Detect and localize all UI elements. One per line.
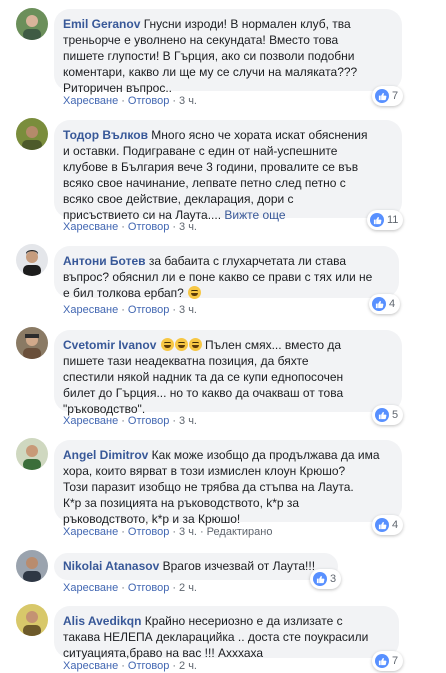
like-link[interactable]: Харесване [63,415,118,427]
avatar[interactable] [16,244,48,276]
comment-actions: Харесване · Отговор · 3 ч. · Редактирано [63,526,273,538]
reaction-count[interactable]: 4 [369,294,401,314]
laughing-emoji-icon [174,338,188,351]
laughing-emoji-icon [160,338,174,351]
like-link[interactable]: Харесване [63,304,118,316]
comment-bubble: Alis Avedikqn Крайно несериозно е да изл… [54,606,399,660]
comment-time[interactable]: 3 ч. [179,304,197,316]
edited-label[interactable]: Редактирано [207,526,273,538]
reaction-number: 11 [387,214,399,226]
like-link[interactable]: Харесване [63,221,118,233]
laughing-emoji-icon [188,338,202,351]
reply-link[interactable]: Отговор [128,304,169,316]
like-link[interactable]: Харесване [63,95,118,107]
laughing-emoji-icon [188,286,202,299]
comment-bubble: Emil Geranov Гнусни изроди! В нормален к… [54,9,402,95]
comment-author[interactable]: Cvetomir Ivanov [63,338,156,352]
avatar[interactable] [16,438,48,470]
avatar[interactable] [16,327,48,359]
avatar[interactable] [16,118,48,150]
avatar[interactable] [16,550,48,582]
comment-time[interactable]: 2 ч. [179,582,197,594]
comment-actions: Харесване · Отговор · 3 ч. [63,415,197,427]
comment-author[interactable]: Emil Geranov [63,17,140,31]
comment-bubble: Cvetomir Ivanov Пълен смях... вместо да … [54,330,402,416]
reaction-number: 5 [392,409,399,421]
comment-author[interactable]: Angel Dimitrov [63,448,148,462]
comment-actions: Харесване · Отговор · 3 ч. [63,95,197,107]
avatar[interactable] [16,604,48,636]
comment-time[interactable]: 3 ч. [179,526,197,538]
comment-text: Врагов изчезвай от Лаута!!! [159,559,316,573]
like-icon [313,572,327,586]
like-link[interactable]: Харесване [63,660,118,672]
comment-time[interactable]: 3 ч. [179,95,197,107]
comment-author[interactable]: Антони Ботев [63,254,146,268]
reaction-count[interactable]: 3 [310,569,342,589]
reaction-count[interactable]: 7 [372,86,404,106]
reply-link[interactable]: Отговор [128,660,169,672]
reaction-count[interactable]: 4 [372,515,404,535]
reaction-number: 4 [389,298,396,310]
avatar[interactable] [16,8,48,40]
like-icon [370,213,384,227]
reaction-count[interactable]: 5 [372,405,404,425]
comment-bubble: Nikolai Atanasov Врагов изчезвай от Лаут… [54,553,338,580]
comment-actions: Харесване · Отговор · 3 ч. [63,304,197,316]
comment-text: Много ясно че хората искат обяснения и о… [63,128,368,222]
comment-author[interactable]: Nikolai Atanasov [63,559,159,573]
like-icon [375,89,389,103]
reaction-number: 3 [330,573,337,585]
reply-link[interactable]: Отговор [128,95,169,107]
reaction-number: 4 [392,519,399,531]
like-icon [372,297,386,311]
comment-bubble: Angel Dimitrov Как може изобщо да продъл… [54,440,402,526]
comment-time[interactable]: 2 ч. [179,660,197,672]
comment-actions: Харесване · Отговор · 2 ч. [63,660,197,672]
reply-link[interactable]: Отговор [128,415,169,427]
comment-bubble: Антони Ботев за бабаита с глухарчетата л… [54,246,399,300]
comment-author[interactable]: Тодор Вълков [63,128,148,142]
comment-actions: Харесване · Отговор · 2 ч. [63,582,197,594]
reaction-number: 7 [392,655,399,667]
like-link[interactable]: Харесване [63,582,118,594]
see-more-link[interactable]: Вижте още [224,208,285,222]
reaction-number: 7 [392,90,399,102]
reaction-count[interactable]: 7 [372,651,404,671]
like-icon [375,408,389,422]
like-icon [375,518,389,532]
comment-actions: Харесване · Отговор · 3 ч. [63,221,197,233]
reply-link[interactable]: Отговор [128,582,169,594]
like-link[interactable]: Харесване [63,526,118,538]
reply-link[interactable]: Отговор [128,526,169,538]
reaction-count[interactable]: 11 [367,210,404,230]
like-icon [375,654,389,668]
reply-link[interactable]: Отговор [128,221,169,233]
comment-author[interactable]: Alis Avedikqn [63,614,141,628]
comment-bubble: Тодор Вълков Много ясно че хората искат … [54,120,402,222]
comment-time[interactable]: 3 ч. [179,221,197,233]
comment-time[interactable]: 3 ч. [179,415,197,427]
